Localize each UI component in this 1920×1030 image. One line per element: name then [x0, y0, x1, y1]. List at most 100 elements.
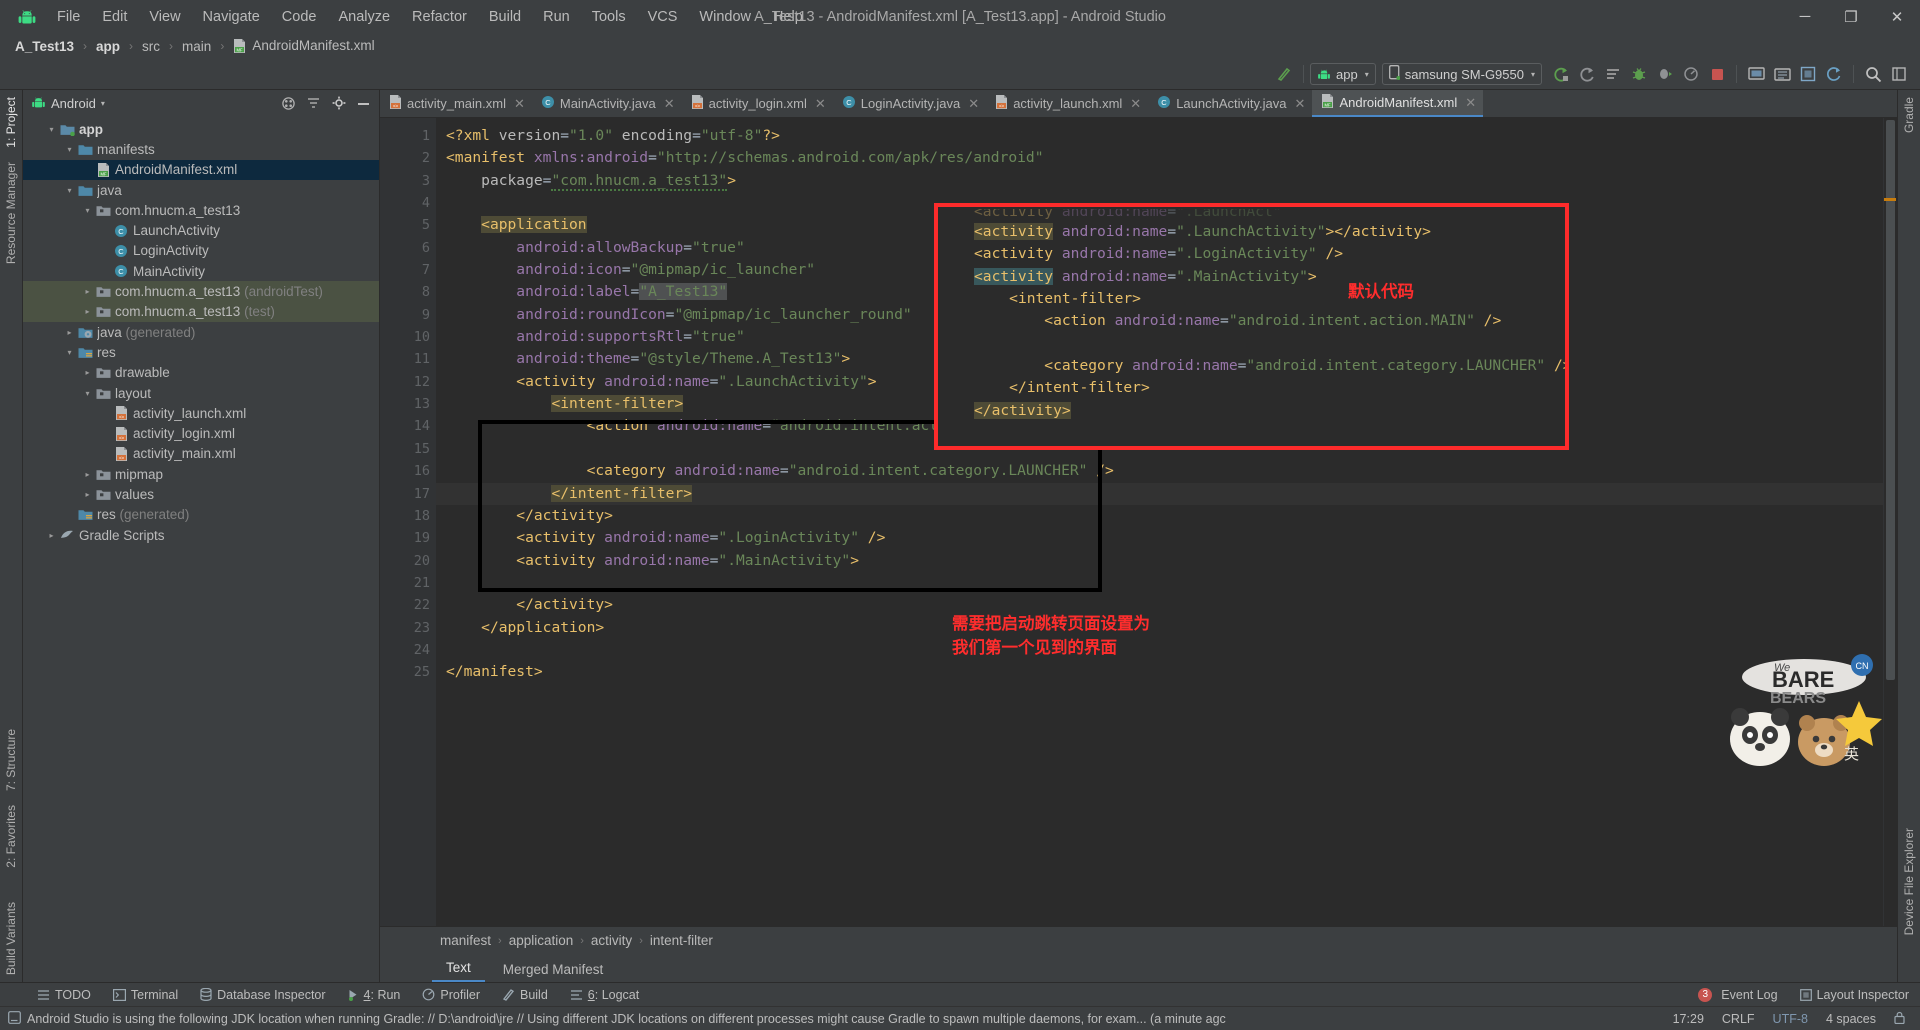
rail-tab-favorites[interactable]: 2: Favorites	[1, 798, 21, 875]
tree-node-values[interactable]: ▸ values	[23, 484, 379, 504]
tree-node-launchactivity[interactable]: C LaunchActivity	[23, 220, 379, 240]
tree-node-mipmap[interactable]: ▸ mipmap	[23, 464, 379, 484]
tree-expand-arrow[interactable]: ▸	[81, 490, 94, 499]
expand-all-icon[interactable]	[279, 94, 298, 113]
tool-button-layout-inspector[interactable]: Layout Inspector	[1789, 988, 1920, 1002]
breadcrumb-item-src[interactable]: src	[137, 38, 165, 55]
code-line[interactable]: <activity android:name=".LoginActivity" …	[436, 527, 1883, 549]
tree-node-activity-login-xml[interactable]: <> activity_login.xml	[23, 423, 379, 443]
editor-tab-mainactivity-java[interactable]: C MainActivity.java ✕	[532, 90, 682, 117]
menu-item-refactor[interactable]: Refactor	[401, 6, 478, 28]
tree-expand-arrow[interactable]: ▾	[63, 145, 76, 154]
tool-button-database-inspector[interactable]: Database Inspector	[189, 988, 336, 1002]
warning-marker[interactable]	[1884, 198, 1896, 201]
status-indent[interactable]: 4 spaces	[1817, 1012, 1885, 1026]
tree-node-loginactivity[interactable]: C LoginActivity	[23, 241, 379, 261]
maximize-button[interactable]: ❐	[1828, 0, 1874, 33]
tree-expand-arrow[interactable]: ▸	[45, 531, 58, 540]
profiler-icon[interactable]	[1678, 62, 1704, 86]
status-encoding[interactable]: UTF-8	[1764, 1012, 1817, 1026]
tree-expand-arrow[interactable]: ▸	[81, 287, 94, 296]
module-selector[interactable]: app ▾	[1310, 63, 1376, 85]
menu-item-edit[interactable]: Edit	[91, 6, 138, 28]
tree-expand-arrow[interactable]: ▾	[81, 389, 94, 398]
apply-changes-icon[interactable]	[1600, 62, 1626, 86]
tool-button-todo[interactable]: TODO	[26, 988, 102, 1002]
rerun-icon[interactable]	[1574, 62, 1600, 86]
menu-item-window[interactable]: Window	[688, 6, 762, 28]
code-line[interactable]	[436, 572, 1883, 594]
stop-icon[interactable]	[1704, 62, 1730, 86]
editor-tab-androidmanifest-xml[interactable]: MF AndroidManifest.xml ✕	[1312, 90, 1484, 117]
close-icon[interactable]: ✕	[514, 96, 525, 112]
close-icon[interactable]: ✕	[1295, 96, 1306, 112]
rail-tab-device-file-explorer[interactable]: Device File Explorer	[1899, 821, 1919, 942]
window-controls[interactable]: ─ ❐ ✕	[1782, 0, 1920, 33]
editor-tab-activity-launch-xml[interactable]: <> activity_launch.xml ✕	[986, 90, 1148, 117]
close-icon[interactable]: ✕	[1130, 96, 1141, 112]
tree-node-java[interactable]: ▾ java	[23, 180, 379, 200]
debug-icon[interactable]	[1626, 62, 1652, 86]
xml-crumb-intent-filter[interactable]: intent-filter	[650, 933, 713, 948]
tree-expand-arrow[interactable]: ▸	[81, 470, 94, 479]
menu-item-analyze[interactable]: Analyze	[327, 6, 401, 28]
code-line[interactable]: <activity android:name=".MainActivity">	[436, 550, 1883, 572]
menu-item-file[interactable]: File	[46, 6, 91, 28]
tree-node-layout[interactable]: ▾ layout	[23, 383, 379, 403]
tree-expand-arrow[interactable]: ▾	[63, 348, 76, 357]
breadcrumb-item-main[interactable]: main	[177, 38, 216, 55]
tree-node-mainactivity[interactable]: C MainActivity	[23, 261, 379, 281]
editor-tab-activity-main-xml[interactable]: <> activity_main.xml ✕	[380, 90, 532, 117]
close-icon[interactable]: ✕	[815, 96, 826, 112]
tree-node-com-hnucm-a-test13[interactable]: ▸ com.hnucm.a_test13 (androidTest)	[23, 281, 379, 302]
tab-merged-manifest[interactable]: Merged Manifest	[489, 958, 618, 982]
attach-debugger-icon[interactable]	[1652, 62, 1678, 86]
tool-button-terminal[interactable]: Terminal	[102, 988, 189, 1002]
tree-expand-arrow[interactable]: ▸	[81, 307, 94, 316]
layout-inspector-icon[interactable]	[1795, 62, 1821, 86]
editor-tab-launchactivity-java[interactable]: C LaunchActivity.java ✕	[1148, 90, 1312, 117]
tree-node-res[interactable]: ▾ res	[23, 342, 379, 362]
tree-expand-arrow[interactable]: ▸	[81, 368, 94, 377]
sync-gradle-icon[interactable]	[1821, 62, 1847, 86]
close-icon[interactable]: ✕	[1465, 95, 1476, 111]
tree-expand-arrow[interactable]: ▸	[63, 328, 76, 337]
search-icon[interactable]	[1860, 62, 1886, 86]
status-line-separator[interactable]: CRLF	[1713, 1012, 1764, 1026]
menu-item-help[interactable]: Help	[762, 6, 814, 28]
tree-node-com-hnucm-a-test13[interactable]: ▾ com.hnucm.a_test13	[23, 200, 379, 220]
tree-node-app[interactable]: ▾ app	[23, 119, 379, 139]
editor-scrollbar[interactable]	[1883, 118, 1897, 926]
code-line[interactable]: </manifest>	[436, 661, 1883, 683]
status-lock-icon[interactable]	[1885, 1011, 1914, 1027]
tree-node-java[interactable]: ▸ java (generated)	[23, 322, 379, 342]
editor-tab-activity-login-xml[interactable]: <> activity_login.xml ✕	[682, 90, 833, 117]
code-line[interactable]: package="com.hnucm.a_test13">	[436, 170, 1883, 192]
code-line[interactable]: </intent-filter>	[436, 482, 1883, 505]
gear-icon[interactable]	[329, 94, 348, 113]
menu-item-view[interactable]: View	[138, 6, 191, 28]
close-button[interactable]: ✕	[1874, 0, 1920, 33]
editor-view-tab-bar[interactable]: Text Merged Manifest	[380, 954, 1897, 982]
collapse-all-icon[interactable]	[304, 94, 323, 113]
tree-node-drawable[interactable]: ▸ drawable	[23, 363, 379, 383]
tool-button-build[interactable]: Build	[491, 988, 559, 1002]
hide-icon[interactable]	[354, 94, 373, 113]
rail-tab-project[interactable]: 1: Project	[1, 90, 21, 155]
tree-node-androidmanifest-xml[interactable]: MF AndroidManifest.xml	[23, 159, 379, 180]
tree-node-res[interactable]: res (generated)	[23, 505, 379, 525]
scrollbar-thumb[interactable]	[1886, 120, 1895, 680]
editor-tab-bar[interactable]: <> activity_main.xml ✕ C MainActivity.java ✕ <…	[380, 90, 1897, 118]
code-line[interactable]: </application>	[436, 617, 1883, 639]
breadcrumb-item-app[interactable]: app	[91, 38, 125, 55]
menu-item-tools[interactable]: Tools	[581, 6, 637, 28]
close-icon[interactable]: ✕	[968, 96, 979, 112]
code-line[interactable]: </activity>	[436, 505, 1883, 527]
menu-item-run[interactable]: Run	[532, 6, 581, 28]
tree-node-manifests[interactable]: ▾ manifests	[23, 139, 379, 159]
project-tree[interactable]: ▾ app ▾ manifests MF AndroidManifest.xml ▾ java…	[23, 116, 379, 982]
minimize-button[interactable]: ─	[1782, 0, 1828, 33]
build-icon[interactable]	[1271, 62, 1297, 86]
run-icon[interactable]	[1548, 62, 1574, 86]
menu-item-code[interactable]: Code	[271, 6, 328, 28]
